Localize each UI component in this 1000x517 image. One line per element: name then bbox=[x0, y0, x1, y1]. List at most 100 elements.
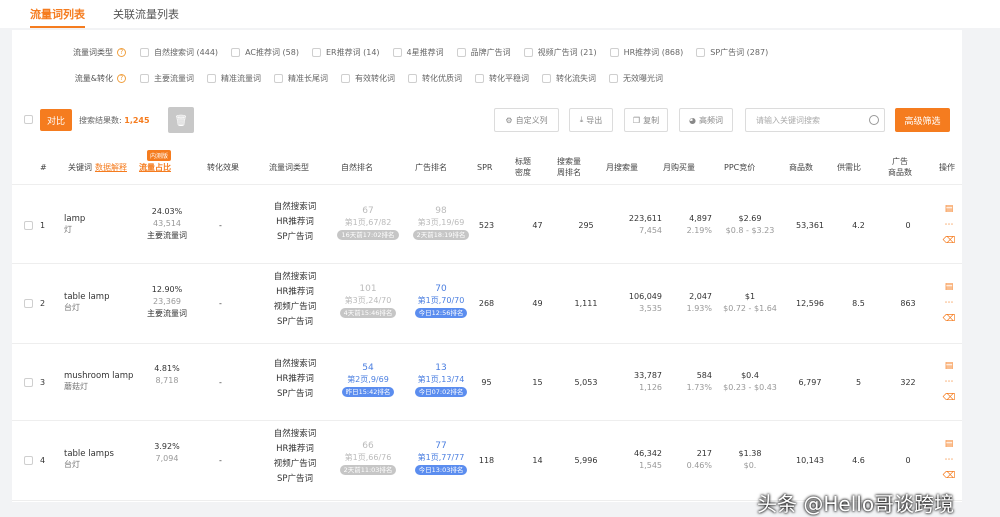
export-button[interactable]: ⤓ 导出 bbox=[569, 108, 613, 132]
rank-time-pill: 2天前11:03排名 bbox=[339, 465, 397, 475]
filter-option[interactable]: SP广告词 (287) bbox=[696, 47, 768, 58]
search-icon[interactable] bbox=[869, 115, 879, 125]
monthly-purchase-cell: 2,047 1.93% bbox=[686, 292, 712, 313]
compare-button[interactable]: 对比 bbox=[40, 109, 72, 131]
help-icon[interactable]: ? bbox=[117, 74, 126, 83]
delete-button[interactable]: 🗑 bbox=[168, 107, 194, 133]
filter-option[interactable]: 主要流量词 bbox=[140, 73, 194, 84]
tab-traffic-keywords[interactable]: 流量词列表 bbox=[30, 6, 85, 28]
col-conv-effect[interactable]: 转化效果 bbox=[207, 162, 239, 173]
ad-products-cell: 322 bbox=[900, 377, 916, 387]
col-ppc[interactable]: PPC竞价 bbox=[724, 162, 755, 173]
checkbox[interactable] bbox=[523, 48, 533, 57]
bar-chart-icon[interactable]: ▤ bbox=[945, 282, 954, 292]
filter-option[interactable]: 转化流失词 bbox=[542, 73, 596, 84]
filter-option[interactable]: 转化平稳词 bbox=[475, 73, 529, 84]
kw-type-tag: HR推荐词 bbox=[276, 444, 314, 454]
filter-option[interactable]: 精准流量词 bbox=[207, 73, 261, 84]
table-row[interactable]: 2 table lamp 台灯 12.90% 23,369 主要流量词 - 自然搜索词… bbox=[12, 264, 962, 344]
filter-option[interactable]: 品牌广告词 bbox=[456, 47, 511, 58]
row-checkbox[interactable] bbox=[24, 377, 33, 387]
help-icon[interactable]: ? bbox=[117, 48, 126, 57]
checkbox[interactable] bbox=[274, 74, 283, 83]
checkbox[interactable] bbox=[696, 48, 706, 57]
filter-option[interactable]: HR推荐词 (868) bbox=[609, 47, 683, 58]
checkbox[interactable] bbox=[408, 74, 417, 83]
filter-option[interactable]: 有效转化词 bbox=[341, 73, 395, 84]
more-icon[interactable]: ⋯ bbox=[945, 377, 954, 387]
ad-rank-cell: 98 第3页,19/69 2天前18:19排名 bbox=[407, 205, 475, 241]
copy-button[interactable]: ❐ 复制 bbox=[624, 108, 668, 132]
filter-option[interactable]: 自然搜索词 (444) bbox=[140, 47, 218, 58]
bar-chart-icon[interactable]: ▤ bbox=[945, 361, 954, 371]
checkbox[interactable] bbox=[392, 48, 402, 57]
col-product-count[interactable]: 商品数 bbox=[789, 162, 813, 173]
col-title-density[interactable]: 标题 密度 bbox=[515, 156, 531, 178]
kw-type-tag: 自然搜索词 bbox=[273, 359, 317, 369]
copy-icon: ❐ bbox=[632, 115, 641, 125]
bar-chart-icon[interactable]: ▤ bbox=[945, 204, 954, 214]
checkbox[interactable] bbox=[140, 74, 149, 83]
col-organic-rank[interactable]: 自然排名 bbox=[341, 162, 373, 173]
tab-related-traffic[interactable]: 关联流量列表 bbox=[113, 6, 179, 28]
checkbox[interactable] bbox=[542, 74, 551, 83]
filter-option[interactable]: 4星推荐词 bbox=[392, 47, 444, 58]
col-ad-products[interactable]: 广告 商品数 bbox=[888, 156, 912, 178]
checkbox[interactable] bbox=[475, 74, 484, 83]
kw-type-tag: HR推荐词 bbox=[276, 217, 314, 227]
checkbox[interactable] bbox=[207, 74, 216, 83]
advanced-filter-button[interactable]: 高级筛选 bbox=[895, 108, 950, 132]
col-monthly-search[interactable]: 月搜索量 bbox=[606, 162, 638, 173]
table-row[interactable]: 3 mushroom lamp 蘑菇灯 4.81% 8,718 - 自然搜索词 HR推… bbox=[12, 344, 962, 421]
high-freq-button[interactable]: ◕ 高频词 bbox=[679, 108, 733, 132]
filter-option[interactable]: 精准长尾词 bbox=[274, 73, 328, 84]
checkbox[interactable] bbox=[140, 48, 149, 57]
bar-chart-icon[interactable]: ▤ bbox=[945, 439, 954, 449]
kw-type-cell: 自然搜索词 HR推荐词 视频广告词 SP广告词 bbox=[264, 270, 326, 330]
row-checkbox[interactable] bbox=[24, 220, 33, 230]
col-traffic-share[interactable]: 流量占比 bbox=[139, 162, 171, 173]
keyword-cell[interactable]: lamp 灯 bbox=[64, 214, 85, 235]
ppc-cell: $2.69 $0.8 - $3.23 bbox=[725, 213, 775, 235]
col-ad-rank[interactable]: 广告排名 bbox=[415, 162, 447, 173]
ad-rank-cell: 70 第1页,70/70 今日12:56排名 bbox=[407, 283, 475, 319]
filter-option[interactable]: 转化优质词 bbox=[408, 73, 462, 84]
checkbox[interactable] bbox=[609, 74, 618, 83]
organic-rank-cell: 101 第3页,24/70 4天前15:46排名 bbox=[334, 283, 402, 319]
custom-columns-button[interactable]: ⚙ 自定义列 bbox=[494, 108, 559, 132]
keyword-cell[interactable]: mushroom lamp 蘑菇灯 bbox=[64, 371, 133, 392]
col-spr[interactable]: SPR bbox=[477, 162, 492, 173]
col-supply-demand[interactable]: 供需比 bbox=[837, 162, 861, 173]
product-count-cell: 6,797 bbox=[798, 377, 822, 387]
row-checkbox[interactable] bbox=[24, 456, 33, 465]
ad-products-cell: 0 bbox=[905, 456, 911, 465]
more-icon[interactable]: ⋯ bbox=[945, 220, 954, 230]
col-search-vol-rank[interactable]: 搜索量 周排名 bbox=[557, 156, 581, 178]
more-icon[interactable]: ⋯ bbox=[945, 455, 954, 465]
filter-option[interactable]: AC推荐词 (58) bbox=[231, 47, 299, 58]
filter-option[interactable]: 无效曝光词 bbox=[609, 73, 663, 84]
checkbox[interactable] bbox=[456, 48, 466, 57]
keyword-search-input[interactable]: 请输入关键词搜索 bbox=[745, 108, 885, 132]
more-icon[interactable]: ⋯ bbox=[945, 298, 954, 308]
trash-icon: 🗑 bbox=[174, 113, 188, 127]
trash-icon[interactable]: ⌫ bbox=[943, 314, 956, 324]
checkbox[interactable] bbox=[609, 48, 619, 57]
keyword-cell[interactable]: table lamp 台灯 bbox=[64, 292, 109, 313]
checkbox[interactable] bbox=[231, 48, 241, 57]
checkbox[interactable] bbox=[341, 74, 350, 83]
trash-icon[interactable]: ⌫ bbox=[943, 471, 956, 481]
trash-icon[interactable]: ⌫ bbox=[943, 393, 956, 403]
row-actions: ▤ ⋯ ⌫ bbox=[942, 282, 956, 324]
col-monthly-purchase[interactable]: 月购买量 bbox=[663, 162, 695, 173]
trash-icon[interactable]: ⌫ bbox=[943, 236, 956, 246]
table-row[interactable]: 1 lamp 灯 24.03% 43,514 主要流量词 - 自然搜索词 HR推荐词 SP… bbox=[12, 187, 962, 264]
filter-option[interactable]: ER推荐词 (14) bbox=[311, 47, 380, 58]
select-all-checkbox[interactable] bbox=[24, 115, 33, 124]
kw-type-tag: HR推荐词 bbox=[276, 287, 314, 297]
checkbox[interactable] bbox=[311, 48, 321, 57]
row-checkbox[interactable] bbox=[24, 299, 33, 308]
filter-option[interactable]: 视频广告词 (21) bbox=[523, 47, 597, 58]
data-explain-link[interactable]: 数据解释 bbox=[95, 163, 127, 172]
keyword-cell[interactable]: table lamps 台灯 bbox=[64, 449, 114, 470]
